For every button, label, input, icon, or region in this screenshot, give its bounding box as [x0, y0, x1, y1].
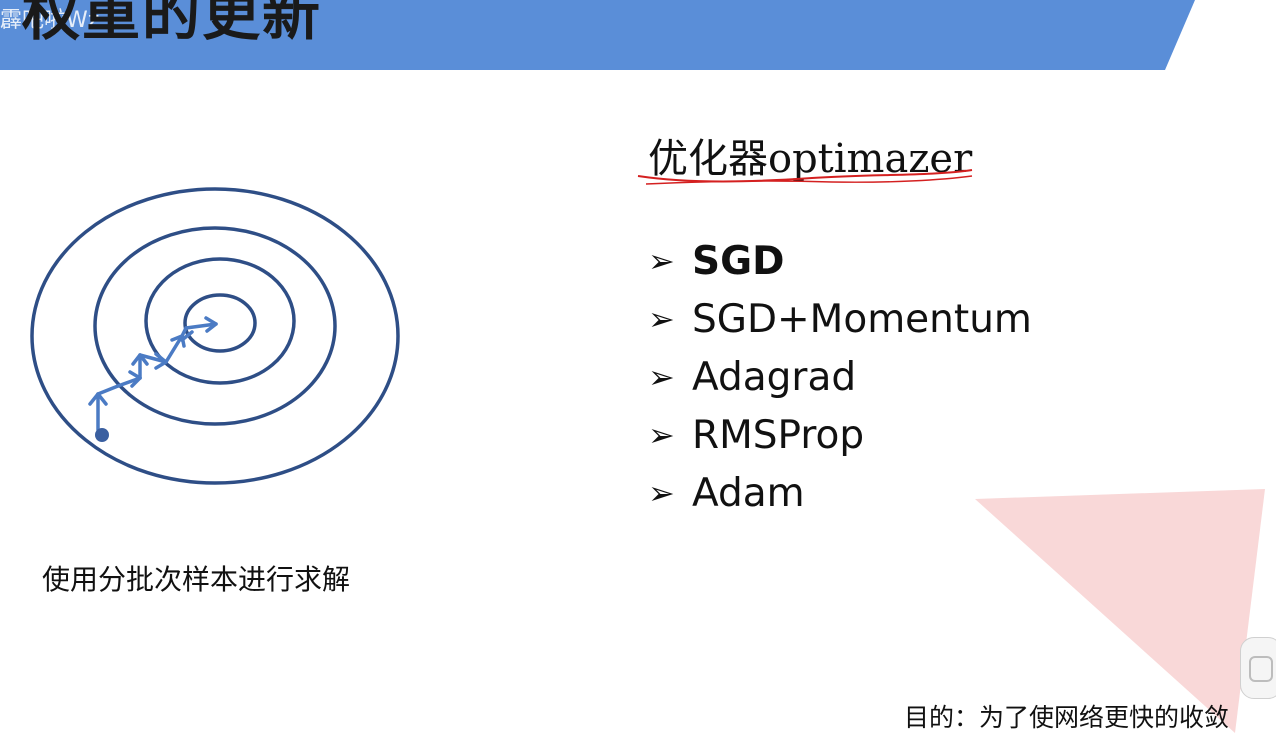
slide: 霹吧啦Wz 权重的更新 使用分批次样本进行求解 优化器optimazer ➢ S… — [0, 0, 1276, 733]
optimizer-item-sgd-momentum: ➢ SGD+Momentum — [648, 290, 1032, 348]
optimizer-item-sgd: ➢ SGD — [648, 232, 1032, 290]
optimizer-item-label: RMSProp — [692, 412, 865, 458]
arrow-bullet-icon: ➢ — [648, 474, 675, 512]
outer-contour-ring — [30, 187, 400, 485]
purpose-text: 目的：为了使网络更快的收敛 — [904, 703, 1230, 732]
diagram-caption: 使用分批次样本进行求解 — [42, 563, 351, 596]
red-underline-annotation — [637, 169, 973, 185]
chat-bubble-icon — [1249, 656, 1273, 682]
optimizer-item-label: SGD — [692, 238, 785, 284]
start-point — [95, 428, 109, 442]
optimizer-item-label: SGD+Momentum — [692, 296, 1032, 342]
optimizer-list: ➢ SGD ➢ SGD+Momentum ➢ Adagrad ➢ RMSProp… — [648, 232, 1032, 522]
optimizer-item-label: Adam — [692, 470, 805, 516]
arrow-bullet-icon: ➢ — [648, 416, 675, 454]
optimizer-item-label: Adagrad — [692, 354, 857, 400]
optimizer-item-adagrad: ➢ Adagrad — [648, 348, 1032, 406]
arrow-bullet-icon: ➢ — [648, 242, 675, 280]
decorative-triangle — [975, 489, 1265, 733]
center-contour-ring — [183, 293, 257, 353]
contour-descent-icon — [30, 187, 400, 485]
inner-contour-ring — [144, 257, 296, 385]
page-title: 权重的更新 — [22, 0, 323, 48]
optimizer-item-rmsprop: ➢ RMSProp — [648, 406, 1032, 464]
arrow-bullet-icon: ➢ — [648, 300, 675, 338]
player-side-button[interactable] — [1240, 637, 1276, 699]
arrow-bullet-icon: ➢ — [648, 358, 675, 396]
